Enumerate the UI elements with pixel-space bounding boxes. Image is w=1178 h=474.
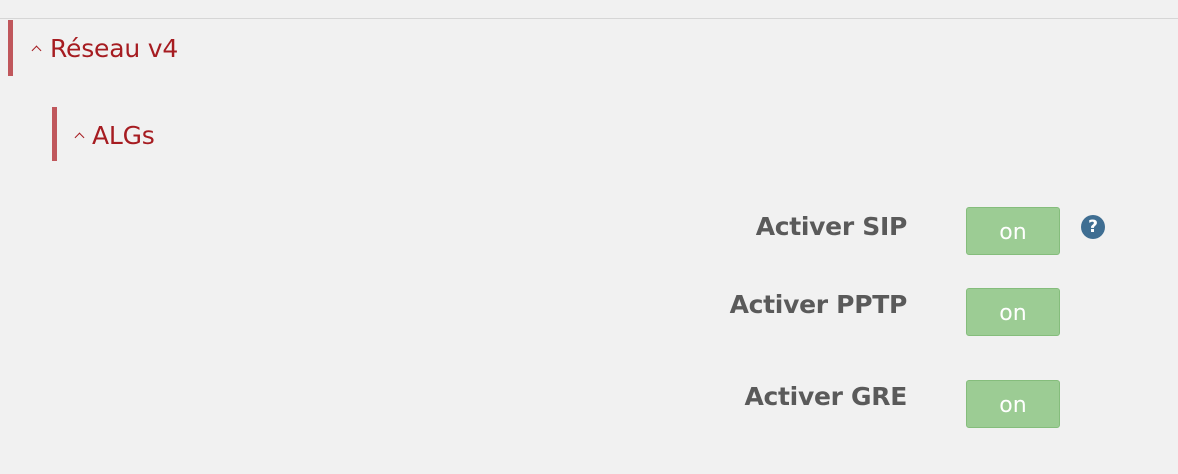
setting-label-sip: Activer SIP [755, 212, 908, 241]
chevron-up-icon[interactable] [74, 132, 85, 143]
top-divider [0, 18, 1178, 19]
section-header-reseau-v4[interactable]: Réseau v4 [8, 20, 408, 76]
section-title: ALGs [92, 121, 155, 150]
pptp-toggle-button[interactable]: on [966, 288, 1060, 336]
help-icon[interactable]: ? [1081, 215, 1105, 239]
section-title: Réseau v4 [50, 34, 179, 63]
section-accent-bar [8, 20, 13, 76]
toggle-state: on [999, 219, 1027, 245]
chevron-up-icon[interactable] [31, 45, 42, 56]
section-accent-bar [52, 107, 57, 161]
toggle-state: on [999, 300, 1027, 326]
toggle-state: on [999, 392, 1027, 418]
setting-label-gre: Activer GRE [744, 382, 907, 411]
setting-label-pptp: Activer PPTP [729, 290, 908, 319]
sip-toggle-button[interactable]: on [966, 207, 1060, 255]
section-header-algs[interactable]: ALGs [52, 107, 352, 161]
gre-toggle-button[interactable]: on [966, 380, 1060, 428]
